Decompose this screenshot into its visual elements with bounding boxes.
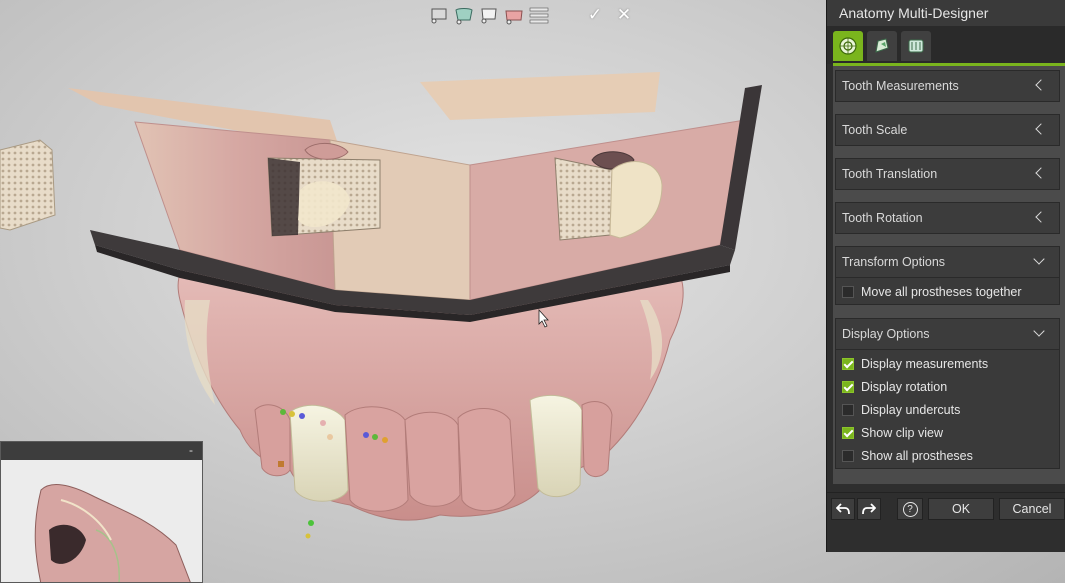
anatomy-tooth-icon	[839, 37, 857, 55]
panel-footer: ? OK Cancel	[827, 492, 1065, 527]
tab-strip	[827, 26, 1065, 64]
section-tooth-scale[interactable]: Tooth Scale	[835, 114, 1060, 146]
section-label: Tooth Translation	[842, 167, 938, 181]
chevron-down-icon	[1033, 253, 1045, 265]
option-display-measurements[interactable]: Display measurements	[836, 352, 1059, 375]
left-coping-mesh	[0, 139, 56, 231]
gingiva-icon[interactable]	[453, 5, 475, 25]
confirm-check-icon[interactable]: ✓	[585, 5, 605, 25]
help-icon: ?	[902, 501, 918, 517]
display-options-list: Display measurements Display rotation Di…	[835, 350, 1060, 469]
panel-body: Tooth Measurements Tooth Scale Tooth Tra…	[833, 66, 1065, 484]
tab-anatomy[interactable]	[833, 31, 863, 61]
anatomy-designer-panel: Anatomy Multi-Designer Tooth Measurement	[826, 0, 1065, 552]
option-show-all-prostheses[interactable]: Show all prostheses	[836, 444, 1059, 467]
chevron-left-icon	[1035, 167, 1047, 179]
option-show-clip-view[interactable]: Show clip view	[836, 421, 1059, 444]
undo-button[interactable]	[831, 498, 855, 520]
section-label: Tooth Measurements	[842, 79, 959, 93]
teeth-row-icon	[908, 39, 924, 53]
tab-free-form[interactable]	[867, 31, 897, 61]
free-form-icon	[875, 38, 889, 53]
section-tooth-rotation[interactable]: Tooth Rotation	[835, 202, 1060, 234]
clip-view-window[interactable]: -	[0, 441, 203, 583]
ok-button[interactable]: OK	[928, 498, 994, 520]
chevron-left-icon	[1035, 211, 1047, 223]
close-icon[interactable]: ✕	[614, 5, 634, 25]
checkbox[interactable]	[842, 426, 854, 439]
teeth-row	[254, 394, 613, 512]
section-label: Transform Options	[842, 255, 946, 269]
sliders-icon[interactable]	[528, 5, 550, 25]
section-tooth-translation[interactable]: Tooth Translation	[835, 158, 1060, 190]
option-display-undercuts[interactable]: Display undercuts	[836, 398, 1059, 421]
minimize-button[interactable]: -	[184, 443, 198, 457]
section-transform-options[interactable]: Transform Options	[835, 246, 1060, 278]
die-stone-icon[interactable]	[428, 5, 450, 25]
chevron-down-icon	[1033, 325, 1045, 337]
section-tooth-measurements[interactable]: Tooth Measurements	[835, 70, 1060, 102]
redo-arrow-icon	[862, 503, 876, 515]
crown-icon[interactable]	[478, 5, 500, 25]
tab-teeth-row[interactable]	[901, 31, 931, 61]
option-move-all-prostheses[interactable]: Move all prostheses together	[836, 280, 1059, 303]
option-display-rotation[interactable]: Display rotation	[836, 375, 1059, 398]
chevron-left-icon	[1035, 123, 1047, 135]
help-button[interactable]: ?	[897, 498, 923, 520]
clip-view-scene	[34, 484, 191, 582]
clip-view-titlebar: -	[1, 442, 202, 460]
view-toolbar: ✓ ✕	[428, 4, 634, 26]
prosthesis-icon[interactable]	[503, 5, 525, 25]
section-label: Tooth Scale	[842, 123, 908, 137]
redo-button[interactable]	[857, 498, 881, 520]
checkbox[interactable]	[842, 380, 854, 393]
section-label: Tooth Rotation	[842, 211, 923, 225]
checkbox[interactable]	[842, 357, 854, 370]
cancel-button[interactable]: Cancel	[999, 498, 1065, 520]
panel-title: Anatomy Multi-Designer	[827, 0, 1065, 26]
checkbox[interactable]	[842, 285, 854, 298]
transform-options-list: Move all prostheses together	[835, 278, 1060, 305]
checkbox[interactable]	[842, 449, 854, 462]
checkbox[interactable]	[842, 403, 854, 416]
undo-arrow-icon	[836, 503, 850, 515]
chevron-left-icon	[1035, 79, 1047, 91]
section-display-options[interactable]: Display Options	[835, 318, 1060, 350]
section-label: Display Options	[842, 327, 930, 341]
